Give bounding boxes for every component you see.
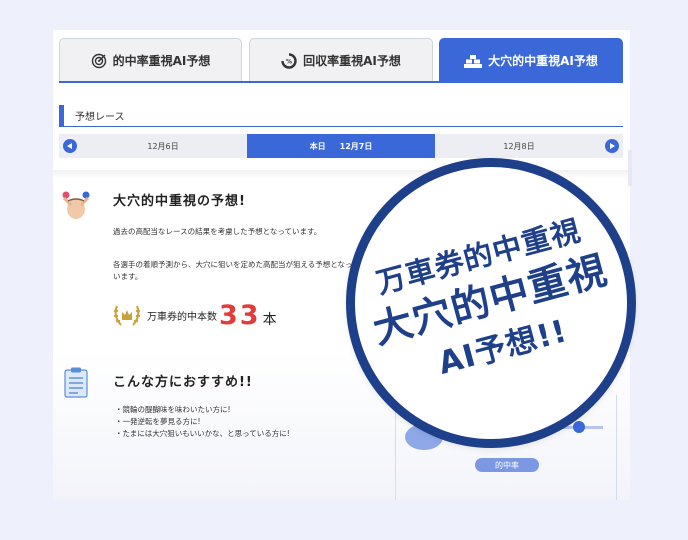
today-date: 12月7日	[339, 141, 373, 151]
svg-text:%: %	[286, 58, 292, 65]
promo-badge-text: 万車券的中重視 大穴的中重視 AI予想!!	[357, 206, 624, 399]
date-next[interactable]: 12月8日	[435, 134, 603, 158]
date-selector: 12月6日 本日 12月7日 12月8日	[59, 134, 623, 158]
scroll-strip	[628, 150, 632, 186]
recommend-title: こんな方におすすめ!!	[113, 375, 253, 390]
target-icon	[91, 53, 107, 69]
intro-paragraph-1: 過去の高配当なレースの結果を考慮した予想となっています。	[113, 227, 322, 236]
intro-title: 大穴的中重視の予想!	[113, 194, 246, 209]
prev-arrow-icon[interactable]	[63, 139, 77, 153]
hit-count-label: 万車券的中本数	[147, 311, 217, 323]
hit-rate-pill-label: 的中率	[495, 460, 519, 470]
date-prev-label: 12月6日	[147, 141, 179, 151]
next-arrow-icon[interactable]	[605, 139, 619, 153]
mascot-icon	[59, 189, 93, 221]
date-today[interactable]: 本日 12月7日	[247, 134, 435, 158]
list-item: ・たまには大穴狙いもいいかな、と思っている方に!	[115, 429, 290, 438]
tab-return-rate-ai[interactable]: % 回収率重視AI予想	[249, 38, 433, 82]
section-accent-bar	[59, 104, 64, 127]
tab-label: 的中率重視AI予想	[112, 54, 211, 68]
gold-bars-icon	[464, 54, 483, 68]
tab-underline	[59, 81, 623, 83]
tab-hit-rate-ai[interactable]: 的中率重視AI予想	[59, 38, 242, 82]
percent-gauge-icon: %	[281, 52, 297, 69]
section-header: 予想レース	[59, 104, 623, 127]
date-next-label: 12月8日	[503, 141, 535, 151]
hit-count-number: 33	[219, 299, 261, 331]
hit-rate-pill: 的中率	[475, 458, 539, 472]
laurel-crown-icon	[111, 300, 143, 330]
promo-badge: 万車券的中重視 大穴的中重視 AI予想!!	[346, 158, 636, 448]
tab-longshot-ai[interactable]: 大穴的中重視AI予想	[439, 38, 623, 82]
recommend-list: ・競輪の醍醐味を味わいたい方に! ・一発逆転を夢見る方に! ・たまには大穴狙いも…	[115, 404, 290, 440]
tab-label: 回収率重視AI予想	[303, 54, 401, 68]
hit-count-row: 万車券的中本数 33 本	[111, 298, 277, 332]
hit-count-unit: 本	[262, 312, 277, 328]
stats-dot	[573, 421, 585, 433]
clipboard-icon	[63, 366, 89, 398]
section-title: 予想レース	[75, 112, 125, 123]
forecast-tabs: 的中率重視AI予想 % 回収率重視AI予想 大穴的中重視AI予想	[59, 38, 623, 82]
tab-label: 大穴的中重視AI予想	[488, 54, 598, 68]
intro-paragraph-2: 各選手の着順予測から、大穴に狙いを定めた高配当が狙える予想となっています。	[113, 260, 360, 281]
list-item: ・一発逆転を夢見る方に!	[115, 417, 201, 426]
list-item: ・競輪の醍醐味を味わいたい方に!	[115, 405, 231, 414]
date-prev[interactable]: 12月6日	[79, 134, 247, 158]
today-label: 本日	[309, 141, 326, 151]
